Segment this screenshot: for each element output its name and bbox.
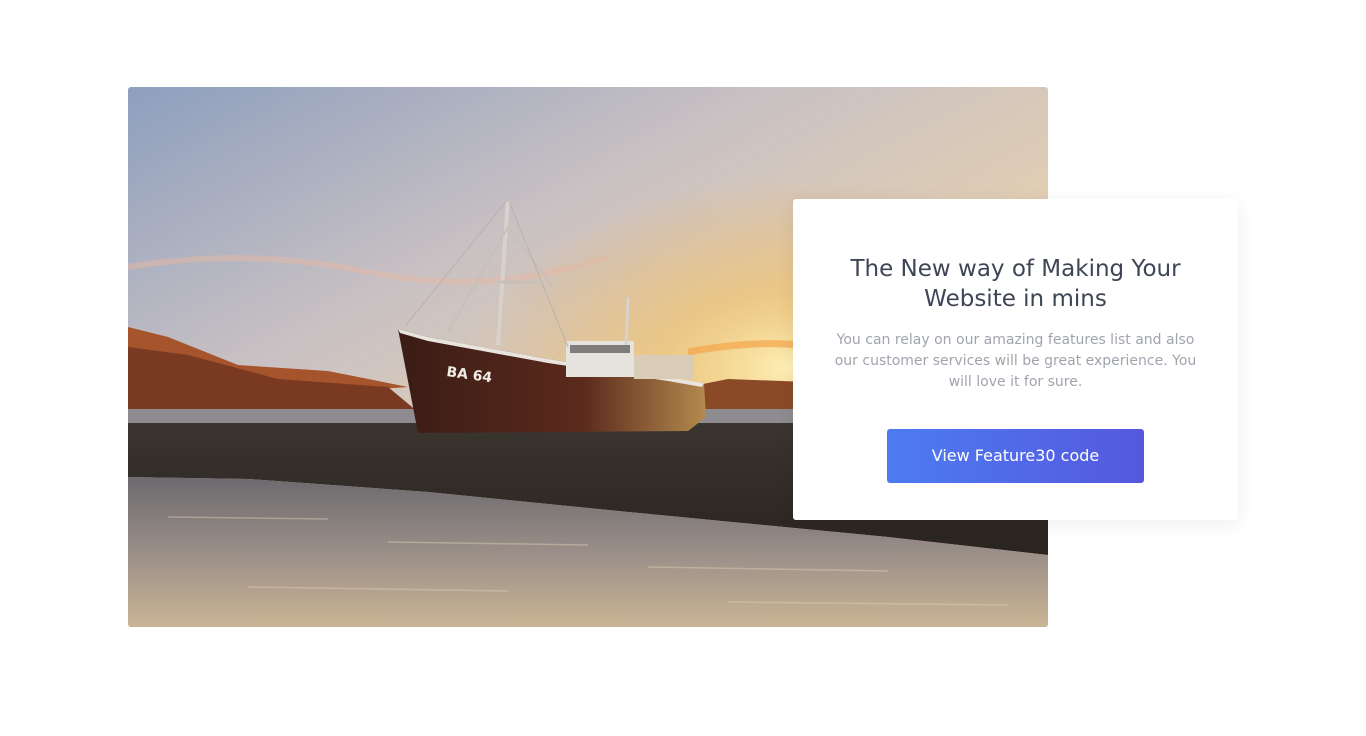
card-title: The New way of Making Your Website in mi…	[850, 256, 1181, 312]
feature-section: BA 64 The New way of Making Your Website…	[0, 0, 1366, 736]
view-feature-button[interactable]: View Feature30 code	[887, 429, 1144, 483]
card-description: You can relay on our amazing features li…	[834, 332, 1197, 390]
feature-card: The New way of Making Your Website in mi…	[793, 199, 1238, 520]
